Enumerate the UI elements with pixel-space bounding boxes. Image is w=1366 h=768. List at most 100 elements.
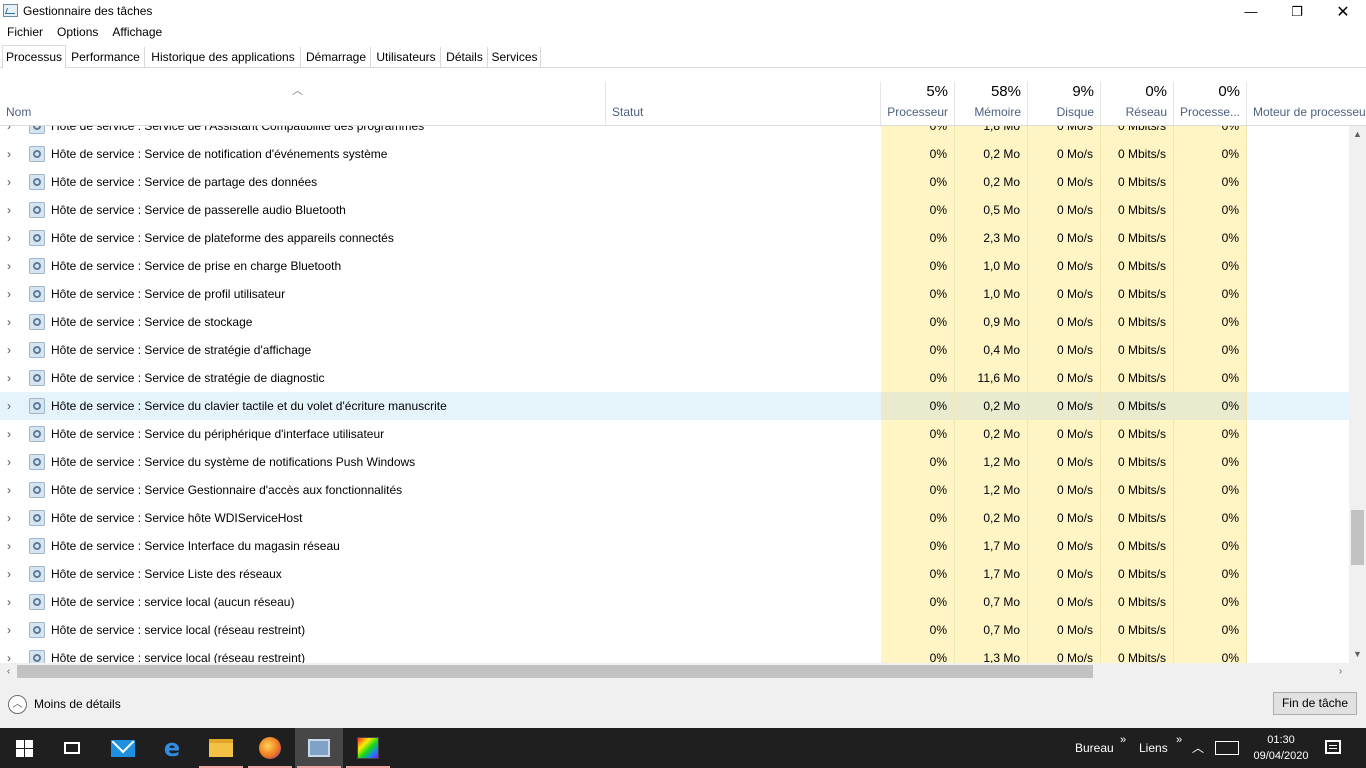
vertical-scroll-thumb[interactable] (1351, 510, 1364, 565)
expand-chevron-icon[interactable]: › (7, 448, 11, 476)
process-name-cell: › Hôte de service : Service de notificati… (0, 140, 606, 168)
file-explorer-button[interactable] (197, 728, 245, 768)
header-memory[interactable]: 58% Mémoire (955, 82, 1028, 125)
process-row[interactable]: › Hôte de service : Service de partage de… (0, 168, 1349, 196)
service-gear-icon (29, 510, 45, 526)
expand-chevron-icon[interactable]: › (7, 196, 11, 224)
scroll-up-arrow-icon[interactable]: ▲ (1349, 126, 1366, 143)
expand-chevron-icon[interactable]: › (7, 560, 11, 588)
process-row[interactable]: › Hôte de service : Service du clavier ta… (0, 392, 1349, 420)
header-disk[interactable]: 9% Disque (1028, 82, 1101, 125)
expand-chevron-icon[interactable]: › (7, 588, 11, 616)
tab-utilisateurs[interactable]: Utilisateurs (372, 47, 441, 68)
header-gpu-engine[interactable]: Moteur de processeur (1247, 82, 1366, 125)
minimize-button[interactable]: — (1228, 0, 1274, 23)
tab-performance[interactable]: Performance (67, 47, 145, 68)
header-gpu[interactable]: 0% Processe... (1174, 82, 1247, 125)
header-status[interactable]: Statut (606, 82, 881, 125)
toolbar-liens-chevron-icon[interactable]: » (1176, 734, 1182, 746)
expand-chevron-icon[interactable]: › (7, 252, 11, 280)
disk-cell: 0 Mo/s (1028, 504, 1101, 532)
process-name-cell: › Hôte de service : Service de partage de… (0, 168, 606, 196)
firefox-button[interactable] (246, 728, 294, 768)
memory-cell: 1,3 Mo (955, 644, 1028, 663)
header-cpu[interactable]: 5% Processeur (881, 82, 955, 125)
process-row[interactable]: › Hôte de service : service local (réseau… (0, 644, 1349, 663)
tab-details[interactable]: Détails (442, 47, 488, 68)
tab-services[interactable]: Services (489, 47, 541, 68)
process-name-cell: › Hôte de service : Service de passerelle… (0, 196, 606, 224)
expand-chevron-icon[interactable]: › (7, 280, 11, 308)
vertical-scrollbar[interactable] (1349, 126, 1366, 663)
process-row[interactable]: › Hôte de service : Service de passerelle… (0, 196, 1349, 224)
task-manager-taskbar-button[interactable] (295, 728, 343, 768)
scroll-down-arrow-icon[interactable]: ▼ (1349, 646, 1366, 663)
task-view-button[interactable] (48, 728, 96, 768)
disk-cell: 0 Mo/s (1028, 252, 1101, 280)
less-details-link[interactable]: Moins de détails (34, 697, 121, 711)
expand-chevron-icon[interactable]: › (7, 504, 11, 532)
process-row[interactable]: › Hôte de service : Service hôte WDIServi… (0, 504, 1349, 532)
process-row[interactable]: › Hôte de service : Service de prise en c… (0, 252, 1349, 280)
color-app-button[interactable] (344, 728, 392, 768)
maximize-button[interactable]: ❐ (1274, 0, 1320, 23)
mail-button[interactable] (99, 728, 147, 768)
expand-chevron-icon[interactable]: › (7, 336, 11, 364)
process-row[interactable]: › Hôte de service : Service de notificati… (0, 140, 1349, 168)
scroll-left-arrow-icon[interactable]: ‹ (0, 663, 17, 680)
process-row[interactable]: › Hôte de service : Service de plateforme… (0, 224, 1349, 252)
horizontal-scroll-thumb[interactable] (17, 665, 1093, 678)
process-row[interactable]: › Hôte de service : Service du périphériq… (0, 420, 1349, 448)
edge-button[interactable]: e (148, 728, 196, 768)
disk-cell: 0 Mo/s (1028, 644, 1101, 663)
process-row[interactable]: › Hôte de service : Service du système de… (0, 448, 1349, 476)
expand-chevron-icon[interactable]: › (7, 392, 11, 420)
tab-processus[interactable]: Processus (2, 45, 66, 69)
expand-chevron-icon[interactable]: › (7, 476, 11, 504)
toolbar-bureau-chevron-icon[interactable]: » (1120, 734, 1126, 746)
header-network[interactable]: 0% Réseau (1101, 82, 1174, 125)
title-bar: Gestionnaire des tâches — ❐ ✕ (0, 0, 1366, 23)
expand-chevron-icon[interactable]: › (7, 644, 11, 663)
keyboard-icon[interactable] (1215, 741, 1239, 755)
end-task-button[interactable]: Fin de tâche (1273, 692, 1357, 715)
expand-chevron-icon[interactable]: › (7, 168, 11, 196)
show-hidden-icons-icon[interactable]: ︿ (1192, 739, 1204, 756)
tab-historique[interactable]: Historique des applications (146, 47, 301, 68)
disk-cell: 0 Mo/s (1028, 224, 1101, 252)
network-cell: 0 Mbits/s (1101, 504, 1174, 532)
menu-affichage[interactable]: Affichage (105, 23, 169, 43)
process-row[interactable]: › Hôte de service : service local (réseau… (0, 616, 1349, 644)
clock[interactable]: 01:30 09/04/2020 (1248, 732, 1314, 764)
process-row[interactable]: › Hôte de service : Service de stratégie … (0, 336, 1349, 364)
expand-chevron-icon[interactable]: › (7, 140, 11, 168)
process-row[interactable]: › Hôte de service : Service Liste des rés… (0, 560, 1349, 588)
tab-demarrage[interactable]: Démarrage (302, 47, 371, 68)
expand-chevron-icon[interactable]: › (7, 420, 11, 448)
expand-chevron-icon[interactable]: › (7, 224, 11, 252)
process-row[interactable]: › Hôte de service : Service de stockage 0%… (0, 308, 1349, 336)
menu-fichier[interactable]: Fichier (0, 23, 50, 43)
expand-chevron-icon[interactable]: › (7, 308, 11, 336)
notification-center-icon[interactable] (1325, 740, 1341, 754)
menu-options[interactable]: Options (50, 23, 105, 43)
expand-chevron-icon[interactable]: › (7, 364, 11, 392)
process-name: Hôte de service : Service Interface du m… (51, 539, 340, 553)
gpu-cell: 0% (1174, 588, 1247, 616)
cpu-cell: 0% (881, 448, 955, 476)
toolbar-liens[interactable]: Liens (1139, 741, 1168, 755)
collapse-chevron-icon[interactable]: ︿ (8, 695, 27, 714)
process-row[interactable]: › Hôte de service : Service Interface du … (0, 532, 1349, 560)
process-row[interactable]: › Hôte de service : Service de profil uti… (0, 280, 1349, 308)
close-button[interactable]: ✕ (1320, 0, 1366, 23)
header-name[interactable]: Nom (0, 82, 606, 125)
start-button[interactable] (0, 728, 48, 768)
process-row[interactable]: › Hôte de service : Service de stratégie … (0, 364, 1349, 392)
expand-chevron-icon[interactable]: › (7, 532, 11, 560)
scroll-right-arrow-icon[interactable]: › (1332, 663, 1349, 680)
process-row[interactable]: › Hôte de service : service local (aucun … (0, 588, 1349, 616)
process-name: Hôte de service : Service de plateforme … (51, 231, 394, 245)
expand-chevron-icon[interactable]: › (7, 616, 11, 644)
toolbar-bureau[interactable]: Bureau (1075, 741, 1114, 755)
process-row[interactable]: › Hôte de service : Service Gestionnaire … (0, 476, 1349, 504)
